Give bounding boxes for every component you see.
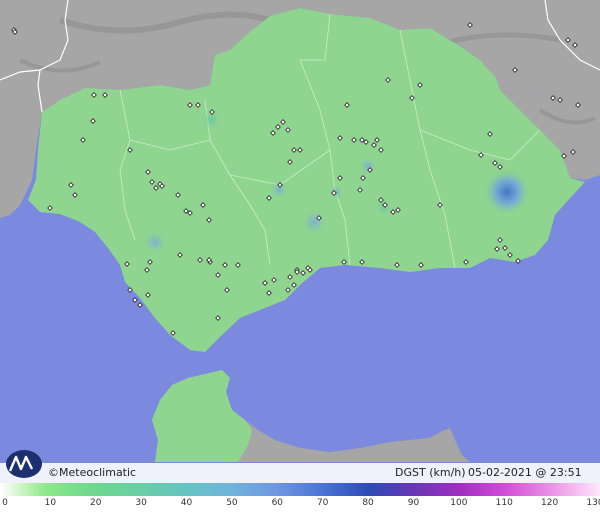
legend-tick-label: 110 xyxy=(495,498,513,508)
legend-tick-label: 100 xyxy=(450,498,468,508)
legend-tick-label: 0 xyxy=(2,498,8,508)
legend-tick-label: 60 xyxy=(271,498,284,508)
map-canvas xyxy=(0,0,600,517)
variable-label: DGST (km/h) xyxy=(395,466,466,479)
gust-cell-almeria xyxy=(483,168,531,216)
gust-cell-granada xyxy=(300,208,328,236)
legend-tick-label: 30 xyxy=(135,498,147,508)
legend-tick-label: 80 xyxy=(362,498,374,508)
gust-cell-sevilla xyxy=(142,229,168,255)
legend-color-bar xyxy=(0,483,600,496)
gust-cell-small-1 xyxy=(328,184,344,200)
gust-cell-small-2 xyxy=(374,198,394,218)
meteoclimatic-logo xyxy=(6,450,42,478)
legend-tick-label: 70 xyxy=(316,498,329,508)
gust-cell-cordoba xyxy=(269,180,289,200)
legend-tick-label: 130 xyxy=(586,498,600,508)
weather-map: ©Meteoclimatic DGST (km/h) 05-02-2021 @ … xyxy=(0,0,600,517)
gust-cell-jaen xyxy=(358,156,378,176)
color-legend: 0 10 20 30 40 50 60 70 80 90 100 110 120 130 xyxy=(0,483,600,517)
legend-tick-label: 120 xyxy=(541,498,559,508)
brand-label: ©Meteoclimatic xyxy=(48,466,137,479)
legend-tick-label: 40 xyxy=(180,498,193,508)
legend-tick-label: 10 xyxy=(44,498,57,508)
legend-tick-label: 20 xyxy=(90,498,102,508)
legend-tick-label: 50 xyxy=(226,498,238,508)
legend-tick-label: 90 xyxy=(407,498,420,508)
